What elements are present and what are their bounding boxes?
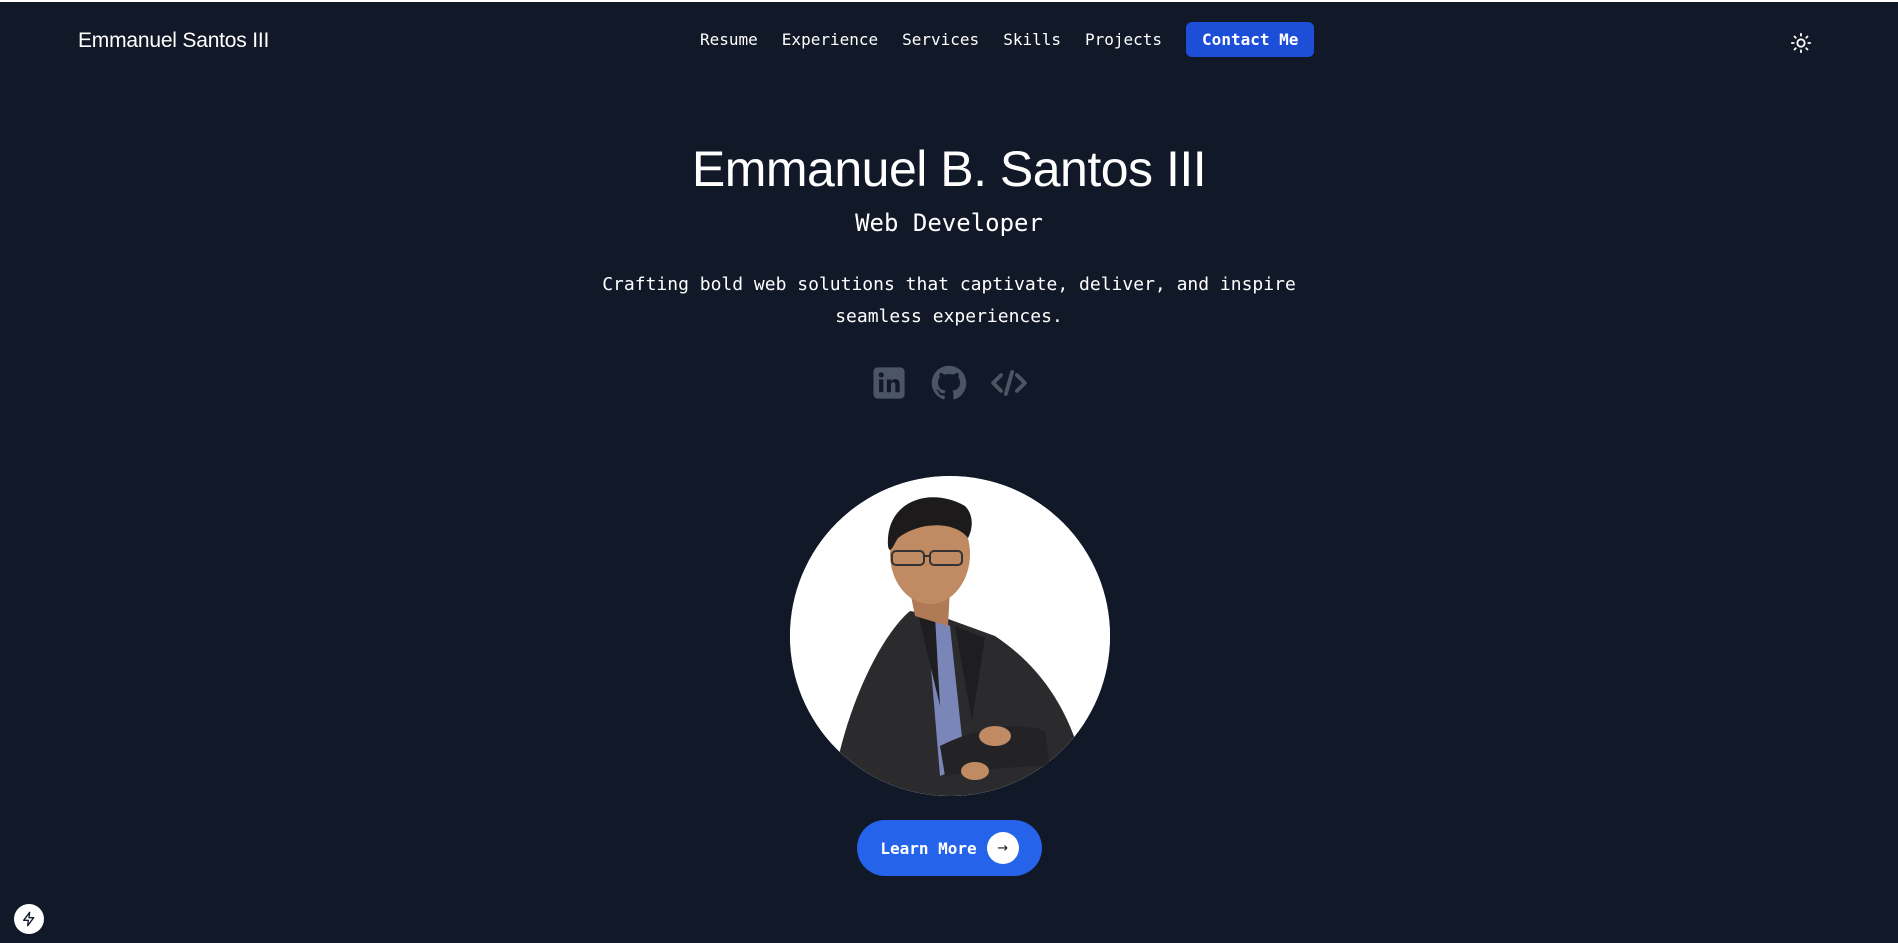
nav-projects[interactable]: Projects xyxy=(1085,30,1162,49)
profile-photo xyxy=(790,476,1110,796)
main-nav: Resume Experience Services Skills Projec… xyxy=(700,22,1315,57)
learn-more-button[interactable]: Learn More → xyxy=(857,820,1042,876)
sun-icon[interactable] xyxy=(1790,32,1812,54)
arrow-right-icon: → xyxy=(986,832,1019,864)
nav-skills[interactable]: Skills xyxy=(1003,30,1061,49)
code-icon[interactable] xyxy=(990,364,1028,402)
lightning-icon[interactable] xyxy=(14,904,44,934)
github-icon[interactable] xyxy=(930,364,968,402)
page: Emmanuel Santos III Resume Experience Se… xyxy=(0,0,1898,943)
learn-more-label: Learn More xyxy=(880,838,977,858)
contact-me-button[interactable]: Contact Me xyxy=(1186,22,1315,57)
brand-logo[interactable]: Emmanuel Santos III xyxy=(78,29,269,53)
hero-tagline: Crafting bold web solutions that captiva… xyxy=(602,274,1296,327)
linkedin-icon[interactable] xyxy=(870,364,908,402)
social-links xyxy=(870,364,1028,402)
nav-experience[interactable]: Experience xyxy=(782,30,878,49)
hero-role: Web Developer xyxy=(855,209,1043,237)
nav-services[interactable]: Services xyxy=(902,30,979,49)
nav-resume[interactable]: Resume xyxy=(700,30,758,49)
hero-name: Emmanuel B. Santos III xyxy=(691,141,1207,197)
